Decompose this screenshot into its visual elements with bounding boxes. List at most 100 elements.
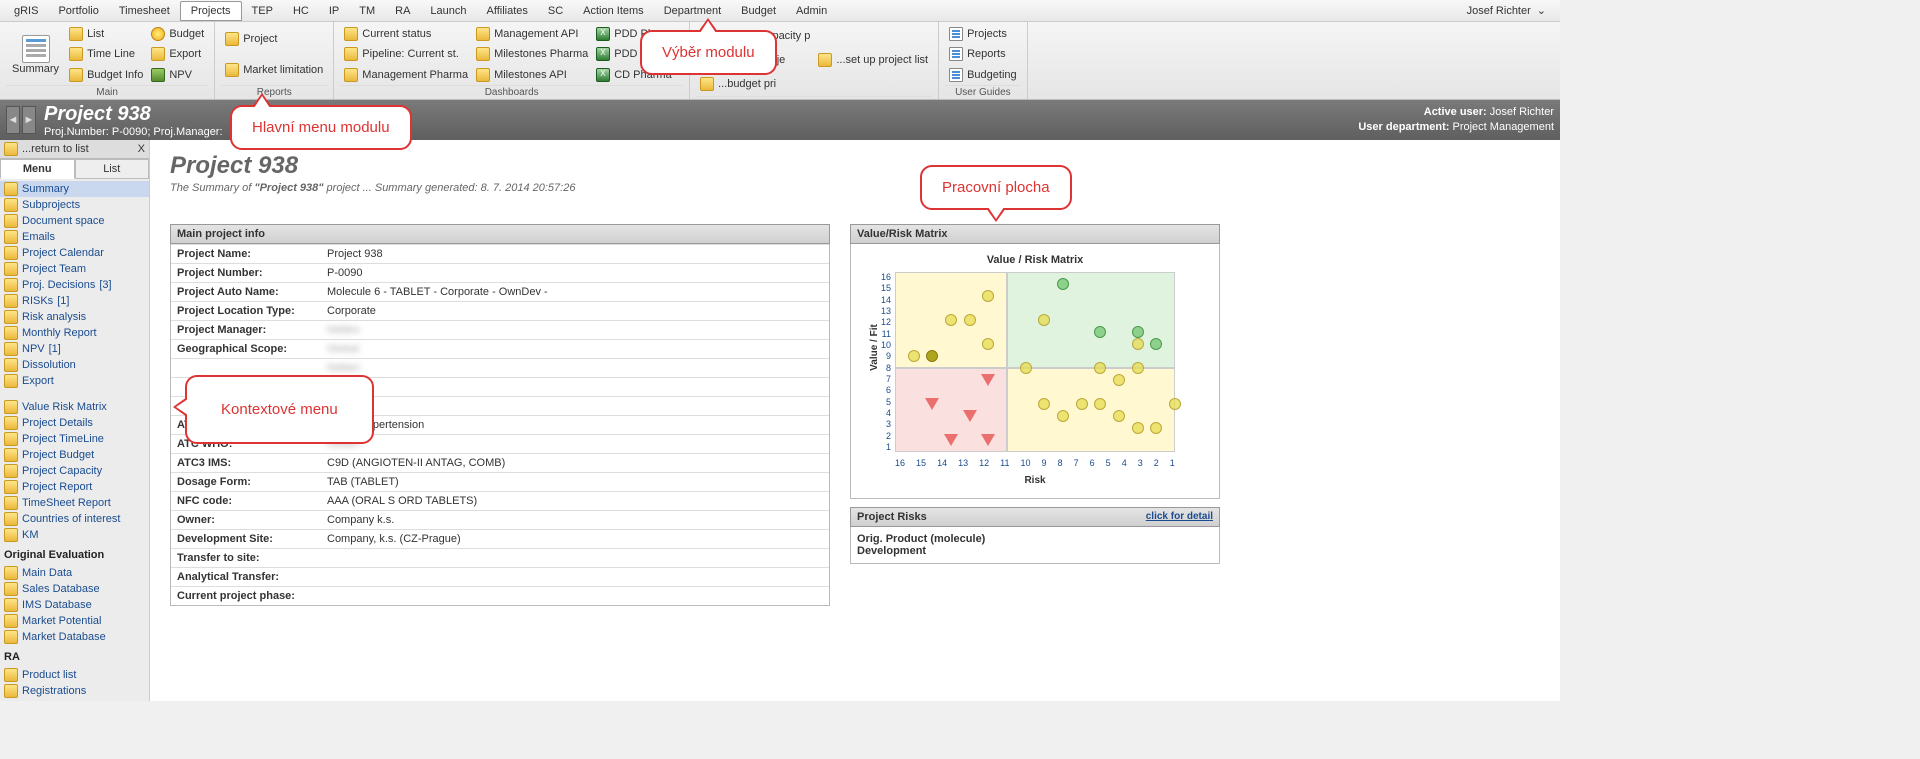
chart-point[interactable] <box>1132 362 1144 374</box>
chart-point[interactable] <box>1150 338 1162 350</box>
ribbon-summary-button[interactable]: Summary <box>6 24 65 85</box>
ribbon-item-milestones-pharma[interactable]: Milestones Pharma <box>472 46 592 62</box>
chart-point[interactable] <box>964 314 976 326</box>
sidebar-item-project-calendar[interactable]: Project Calendar <box>0 245 149 261</box>
chart-point[interactable] <box>1132 326 1144 338</box>
ribbon-item-reports[interactable]: Reports <box>945 46 1021 62</box>
chart-point[interactable] <box>1057 410 1069 422</box>
chart-point[interactable] <box>1094 398 1106 410</box>
sidebar-item-project-timeline[interactable]: Project TimeLine <box>0 431 149 447</box>
menu-portfolio[interactable]: Portfolio <box>48 2 108 20</box>
sidebar-item-project-budget[interactable]: Project Budget <box>0 447 149 463</box>
chart-point[interactable] <box>1057 278 1069 290</box>
ribbon-item-budget-info[interactable]: Budget Info <box>65 67 147 83</box>
chart-point[interactable] <box>1076 398 1088 410</box>
chart-point[interactable] <box>1113 374 1125 386</box>
chart-point[interactable] <box>1038 398 1050 410</box>
ribbon-item-projects[interactable]: Projects <box>945 26 1021 42</box>
sidebar-item-subprojects[interactable]: Subprojects <box>0 197 149 213</box>
menu-sc[interactable]: SC <box>538 2 573 20</box>
ribbon-item-budget[interactable]: Budget <box>147 26 208 42</box>
sidebar-item-dissolution[interactable]: Dissolution <box>0 357 149 373</box>
menu-tep[interactable]: TEP <box>242 2 283 20</box>
chart-point[interactable] <box>963 410 977 422</box>
nav-prev-button[interactable]: ◄ <box>6 106 20 134</box>
sidebar-item-risk-analysis[interactable]: Risk analysis <box>0 309 149 325</box>
chart-point[interactable] <box>926 350 938 362</box>
ribbon-item-project[interactable]: Project <box>221 31 327 47</box>
sidebar-item-sales-database[interactable]: Sales Database <box>0 581 149 597</box>
sidebar-item-emails[interactable]: Emails <box>0 229 149 245</box>
sidebar-item-main-data[interactable]: Main Data <box>0 565 149 581</box>
ribbon-item-time-line[interactable]: Time Line <box>65 46 147 62</box>
ribbon-item-list[interactable]: List <box>65 26 147 42</box>
nav-next-button[interactable]: ► <box>22 106 36 134</box>
menu-affiliates[interactable]: Affiliates <box>477 2 538 20</box>
sidebar-item-project-team[interactable]: Project Team <box>0 261 149 277</box>
sidebar-item-market-database[interactable]: Market Database <box>0 629 149 645</box>
sidebar-item-summary[interactable]: Summary <box>0 181 149 197</box>
chart-point[interactable] <box>981 374 995 386</box>
menu-action-items[interactable]: Action Items <box>573 2 654 20</box>
menu-ip[interactable]: IP <box>319 2 349 20</box>
ribbon-item-export[interactable]: Export <box>147 46 208 62</box>
sidebar-item-value-risk-matrix[interactable]: Value Risk Matrix <box>0 399 149 415</box>
menu-tm[interactable]: TM <box>349 2 385 20</box>
ribbon-item-npv[interactable]: NPV <box>147 67 208 83</box>
menu-budget[interactable]: Budget <box>731 2 786 20</box>
sidebar-item-km[interactable]: KM <box>0 527 149 543</box>
return-to-list[interactable]: ...return to list X <box>0 140 149 159</box>
sidebar-tab-list[interactable]: List <box>75 159 150 179</box>
sidebar-item-risks[interactable]: RISKs [1] <box>0 293 149 309</box>
chart-point[interactable] <box>1132 422 1144 434</box>
menu-gris[interactable]: gRIS <box>4 2 48 20</box>
ribbon-item-milestones-api[interactable]: Milestones API <box>472 67 592 83</box>
chart-point[interactable] <box>1020 362 1032 374</box>
sidebar-item-countries-of-interest[interactable]: Countries of interest <box>0 511 149 527</box>
chart-point[interactable] <box>925 398 939 410</box>
ribbon-item-budgeting[interactable]: Budgeting <box>945 67 1021 83</box>
chart-point[interactable] <box>1094 362 1106 374</box>
sidebar-item-project-details[interactable]: Project Details <box>0 415 149 431</box>
sidebar-item-registrations[interactable]: Registrations <box>0 683 149 699</box>
menu-hc[interactable]: HC <box>283 2 319 20</box>
sidebar-item-project-report[interactable]: Project Report <box>0 479 149 495</box>
ribbon-item--budget-pri[interactable]: ...budget pri <box>696 76 814 92</box>
sidebar-item-product-list[interactable]: Product list <box>0 667 149 683</box>
click-for-detail-link[interactable]: click for detail <box>1146 511 1213 523</box>
chart-point[interactable] <box>945 314 957 326</box>
sidebar-item-proj-decisions[interactable]: Proj. Decisions [3] <box>0 277 149 293</box>
chart-point[interactable] <box>944 434 958 446</box>
sidebar-item-timesheet-report[interactable]: TimeSheet Report <box>0 495 149 511</box>
menu-timesheet[interactable]: Timesheet <box>109 2 180 20</box>
chart-point[interactable] <box>908 350 920 362</box>
ribbon-item-market-limitation[interactable]: Market limitation <box>221 62 327 78</box>
sidebar-tab-menu[interactable]: Menu <box>0 159 75 179</box>
chart-point[interactable] <box>1132 338 1144 350</box>
sidebar-item-monthly-report[interactable]: Monthly Report <box>0 325 149 341</box>
menubar-user[interactable]: Josef Richter⌄ <box>1467 4 1556 17</box>
chart-point[interactable] <box>1038 314 1050 326</box>
chart-point[interactable] <box>1113 410 1125 422</box>
chart-point[interactable] <box>1094 326 1106 338</box>
chart-point[interactable] <box>982 338 994 350</box>
scatter-chart[interactable]: Value / Fit 16151413121110987654321 1615… <box>895 272 1175 452</box>
sidebar-item-project-capacity[interactable]: Project Capacity <box>0 463 149 479</box>
ribbon-item-management-pharma[interactable]: Management Pharma <box>340 67 472 83</box>
ribbon-item-management-api[interactable]: Management API <box>472 26 592 42</box>
menu-department[interactable]: Department <box>654 2 731 20</box>
sidebar-item-export[interactable]: Export <box>0 373 149 389</box>
ribbon-item-current-status[interactable]: Current status <box>340 26 472 42</box>
chart-point[interactable] <box>981 434 995 446</box>
menu-launch[interactable]: Launch <box>420 2 476 20</box>
chart-point[interactable] <box>982 290 994 302</box>
ribbon-item--set-up-project-list[interactable]: ...set up project list <box>814 52 932 68</box>
sidebar-item-npv[interactable]: NPV [1] <box>0 341 149 357</box>
menu-admin[interactable]: Admin <box>786 2 837 20</box>
menu-projects[interactable]: Projects <box>180 1 242 21</box>
sidebar-item-document-space[interactable]: Document space <box>0 213 149 229</box>
close-icon[interactable]: X <box>138 143 145 155</box>
ribbon-item-pipeline-current-st-[interactable]: Pipeline: Current st. <box>340 46 472 62</box>
sidebar-item-market-potential[interactable]: Market Potential <box>0 613 149 629</box>
sidebar-item-ims-database[interactable]: IMS Database <box>0 597 149 613</box>
